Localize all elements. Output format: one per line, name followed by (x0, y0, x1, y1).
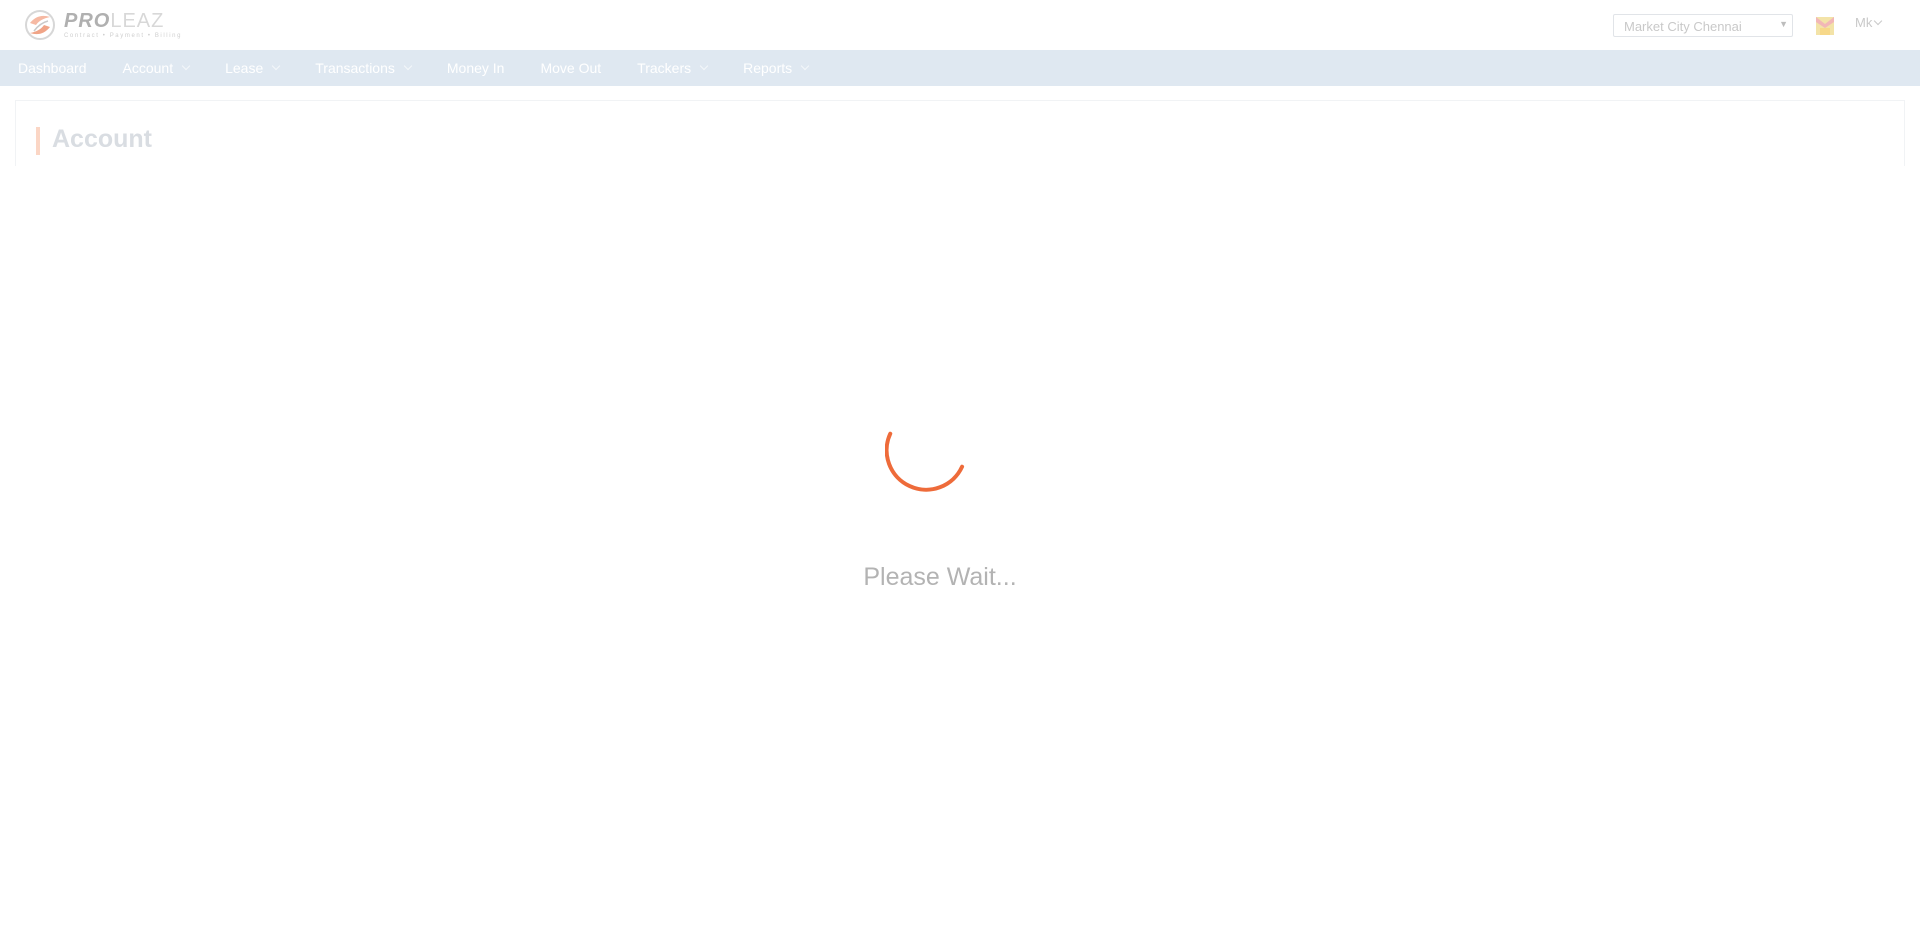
nav-item-label: Money In (446, 60, 505, 76)
brand-name-pro: PRO (64, 10, 111, 32)
user-menu[interactable]: Mk (1855, 15, 1883, 30)
nav-item-label: Transactions (315, 60, 395, 76)
account-panel: Account (15, 100, 1905, 166)
chevron-down-icon (181, 61, 191, 71)
app-page: PROLEAZ Contract • Payment • Billing Mar… (0, 0, 1920, 925)
user-name: Mk (1855, 15, 1873, 30)
nav-item-label: Account (122, 60, 174, 76)
loading-spinner-icon (885, 431, 965, 492)
chevron-down-icon (403, 61, 413, 71)
nav-item-label: Move Out (540, 60, 602, 76)
main-nav: Dashboard Account Lease Transactions Mon… (0, 50, 1920, 86)
brand-logo[interactable]: PROLEAZ Contract • Payment • Billing (24, 8, 182, 42)
loading-message: Please Wait... (863, 563, 1017, 591)
nav-item-label: Dashboard (18, 60, 87, 76)
nav-item-move-out[interactable]: Move Out (540, 60, 601, 76)
nav-item-label: Reports (743, 60, 793, 76)
prolease-logo-icon (25, 10, 55, 40)
property-select-value: Market City Chennai (1624, 19, 1742, 34)
nav-item-label: Trackers (637, 60, 692, 76)
page-title: Account (52, 125, 152, 153)
nav-item-dashboard[interactable]: Dashboard (18, 60, 87, 76)
brand-name-leaz: LEAZ (110, 10, 165, 32)
chevron-down-icon (272, 61, 281, 71)
nav-item-reports[interactable]: Reports (743, 60, 810, 76)
user-avatar-icon[interactable] (1813, 14, 1837, 38)
chevron-down-icon (699, 61, 709, 71)
nav-item-trackers[interactable]: Trackers (637, 60, 709, 76)
chevron-down-icon (1874, 16, 1883, 25)
top-header: PROLEAZ Contract • Payment • Billing Mar… (0, 0, 1920, 51)
dropdown-triangle-icon: ▼ (1779, 19, 1788, 29)
brand-tagline: Contract • Payment • Billing (64, 33, 183, 39)
chevron-down-icon (800, 61, 810, 71)
nav-item-transactions[interactable]: Transactions (315, 60, 413, 76)
title-accent-bar (36, 127, 40, 155)
property-select[interactable]: Market City Chennai ▼ (1613, 14, 1793, 37)
nav-item-label: Lease (225, 60, 264, 76)
nav-item-account[interactable]: Account (122, 60, 191, 76)
nav-item-lease[interactable]: Lease (225, 60, 281, 76)
nav-item-money-in[interactable]: Money In (447, 60, 505, 76)
